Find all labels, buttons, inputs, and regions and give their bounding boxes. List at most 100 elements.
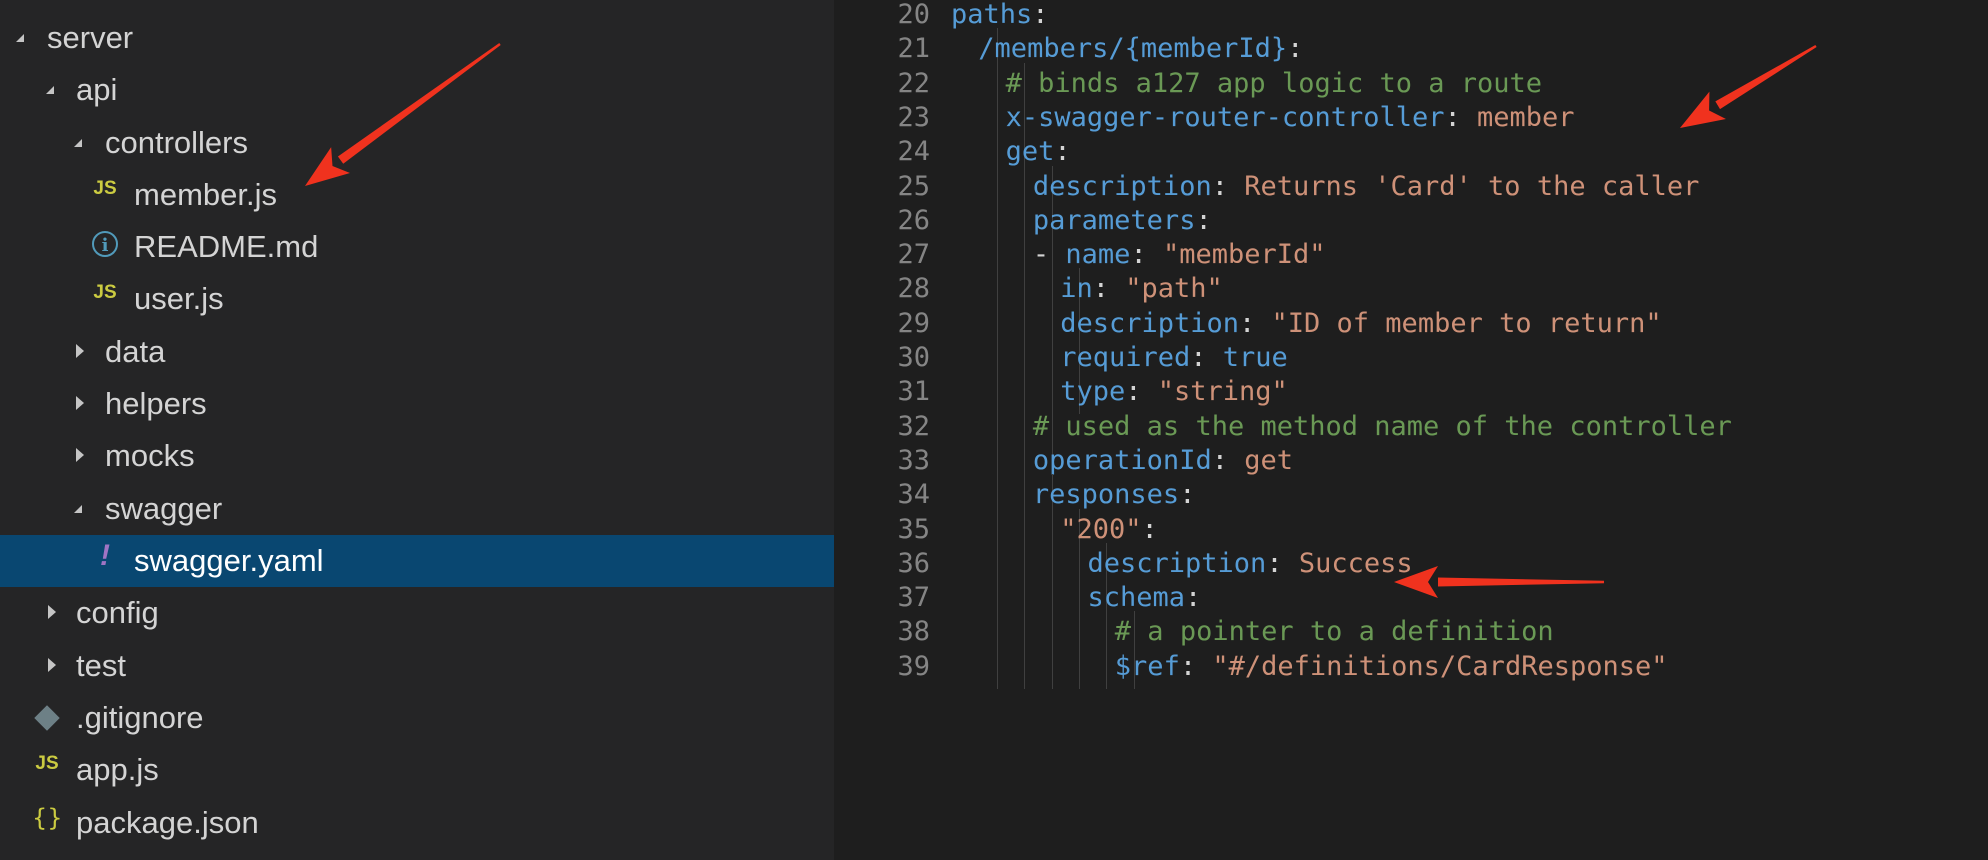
yaml-key: type	[1060, 376, 1126, 408]
yaml-boolean: true	[1222, 342, 1288, 373]
yaml-key: paths	[951, 0, 1033, 30]
punctuation: :	[1444, 101, 1478, 133]
file-explorer: server api controllers JS member.js i README.m…	[0, 0, 834, 860]
yaml-key: in	[1060, 273, 1093, 305]
code-content: get:	[1006, 137, 1071, 167]
js-file-icon: JS	[93, 178, 117, 199]
folder-item[interactable]: helpers	[0, 378, 834, 430]
tree-item-label: swagger.yaml	[134, 543, 324, 578]
punctuation: :	[1190, 342, 1223, 373]
code-editor[interactable]: 20 paths: 21/members/{memberId}: 22 # binds …	[834, 0, 1988, 860]
yaml-value: "string"	[1157, 376, 1288, 408]
folder-item[interactable]: test	[0, 640, 834, 692]
yaml-file-icon: !	[100, 539, 110, 572]
yaml-key: description	[1032, 170, 1212, 202]
punctuation: :	[1141, 513, 1158, 545]
yaml-value: "#/definitions/CardResponse"	[1212, 650, 1668, 682]
line-number: 38	[897, 616, 930, 648]
punctuation: :	[1195, 204, 1212, 236]
tree-item-label: config	[76, 595, 159, 630]
js-file-icon: JS	[35, 753, 59, 774]
folder-item[interactable]: controllers	[0, 117, 834, 169]
punctuation: :	[1211, 444, 1245, 476]
yaml-key: name	[1065, 239, 1131, 271]
punctuation: :	[1125, 376, 1158, 408]
code-content: "200":	[1060, 513, 1158, 545]
line-number: 35	[897, 513, 930, 545]
folder-item[interactable]: api	[0, 64, 834, 116]
code-content: # binds a127 app logic to a route	[1005, 67, 1543, 99]
line-number: 36	[897, 547, 930, 579]
tree-item-label: package.json	[76, 805, 259, 840]
folder-item[interactable]: server	[0, 12, 834, 64]
chevron-down-icon[interactable]	[70, 117, 90, 169]
file-item[interactable]: JS app.js	[0, 744, 834, 796]
line-number: 39	[897, 650, 930, 682]
folder-item[interactable]: data	[0, 326, 834, 378]
tree-item-label: member.js	[134, 177, 277, 212]
code-content: schema:	[1088, 583, 1202, 613]
line-number: 26	[897, 204, 930, 236]
yaml-comment: # binds a127 app logic to a route	[1005, 67, 1543, 99]
punctuation: :	[1185, 582, 1202, 614]
yaml-value: Success	[1298, 547, 1413, 579]
file-item[interactable]: ! swagger.yaml	[0, 535, 834, 587]
punctuation: :	[1287, 33, 1304, 65]
code-content: description: "ID of member to return"	[1060, 307, 1661, 339]
line-number: 28	[897, 273, 930, 305]
file-item[interactable]: .gitignore	[0, 692, 834, 744]
punctuation: :	[1179, 650, 1213, 682]
indent-guide	[1106, 645, 1108, 689]
yaml-comment: # used as the method name of the control…	[1032, 410, 1732, 442]
folder-item[interactable]: mocks	[0, 430, 834, 482]
yaml-key: schema	[1087, 582, 1186, 614]
yaml-key: required	[1060, 342, 1191, 373]
chevron-down-icon[interactable]	[12, 12, 32, 64]
tree-item-label: app.js	[76, 752, 159, 787]
chevron-right-icon[interactable]	[42, 587, 62, 639]
chevron-down-icon[interactable]	[42, 64, 62, 116]
punctuation: :	[1092, 273, 1126, 305]
folder-item[interactable]: config	[0, 587, 834, 639]
code-content: # used as the method name of the control…	[1032, 410, 1732, 442]
chevron-right-icon[interactable]	[70, 326, 90, 378]
line-number: 31	[897, 376, 930, 408]
code-content: /members/{memberId}:	[978, 34, 1303, 64]
yaml-value: member	[1477, 101, 1575, 133]
folder-item[interactable]: swagger	[0, 483, 834, 535]
indent-guide	[1078, 645, 1080, 689]
file-item[interactable]: {} package.json	[0, 797, 834, 849]
line-number: 24	[897, 136, 930, 168]
tree-item-label: controllers	[105, 125, 248, 160]
js-file-icon: JS	[93, 282, 117, 303]
chevron-down-icon[interactable]	[70, 483, 90, 535]
tree-item-label: user.js	[134, 281, 224, 316]
yaml-value: get	[1244, 444, 1293, 476]
code-content: - name: "memberId"	[1033, 240, 1326, 270]
yaml-value: Returns 'Card' to the caller	[1244, 170, 1700, 202]
info-icon: i	[92, 231, 118, 257]
line-number: 23	[897, 101, 930, 133]
file-item[interactable]: i README.md	[0, 221, 834, 273]
chevron-right-icon[interactable]	[70, 430, 90, 482]
yaml-key: parameters	[1032, 204, 1196, 236]
tree-item-label: README.md	[134, 229, 319, 264]
tree-item-label: .gitignore	[76, 700, 204, 735]
yaml-key: get	[1005, 136, 1055, 168]
line-number: 30	[897, 342, 930, 373]
chevron-right-icon[interactable]	[42, 640, 62, 692]
chevron-right-icon[interactable]	[70, 378, 90, 430]
line-number: 34	[897, 479, 930, 511]
punctuation: :	[1266, 547, 1299, 579]
indent-guide	[1051, 645, 1053, 689]
code-content: operationId: get	[1033, 444, 1293, 476]
code-line[interactable]: 39 $ref: "#/definitions/CardResponse"	[834, 645, 1988, 695]
file-item[interactable]: JS user.js	[0, 273, 834, 325]
punctuation: :	[1032, 0, 1049, 30]
file-item[interactable]: JS member.js	[0, 169, 834, 221]
tree-item-label: helpers	[105, 386, 207, 421]
code-content: # a pointer to a definition	[1115, 617, 1554, 647]
line-number: 29	[897, 307, 930, 339]
yaml-key: description	[1060, 307, 1239, 339]
tree-item-label: server	[47, 20, 134, 55]
